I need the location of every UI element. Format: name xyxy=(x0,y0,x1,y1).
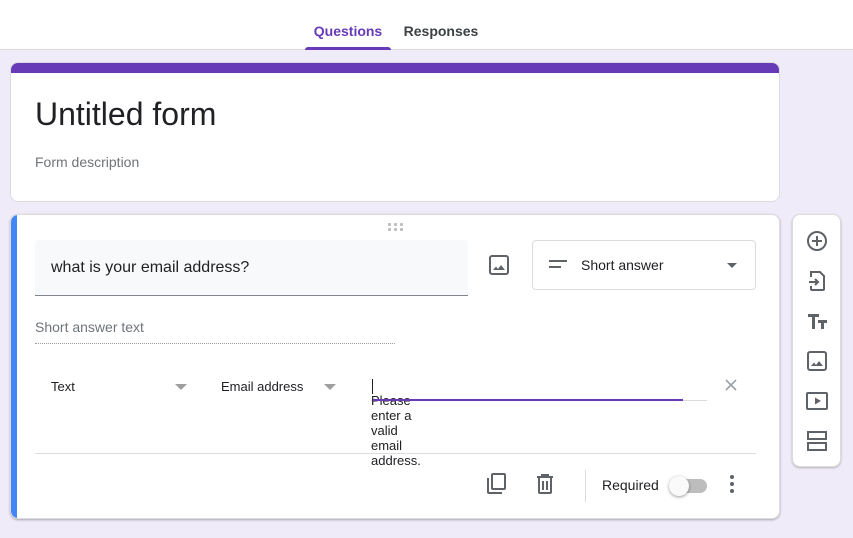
question-type-dropdown[interactable]: Short answer xyxy=(532,240,756,290)
validation-rule-label: Email address xyxy=(221,379,304,394)
short-answer-placeholder: Short answer text xyxy=(35,319,395,344)
import-icon[interactable] xyxy=(805,269,829,293)
image-icon[interactable] xyxy=(805,349,829,373)
custom-error-text: Please enter a valid email address. xyxy=(371,393,421,468)
footer-vertical-divider xyxy=(585,470,586,502)
image-icon[interactable] xyxy=(487,253,511,277)
header-accent-bar xyxy=(11,63,779,73)
tab-responses[interactable]: Responses xyxy=(400,0,482,50)
question-title-input[interactable]: what is your email address? xyxy=(35,240,468,296)
short-answer-icon xyxy=(549,260,567,268)
add-circle-icon[interactable] xyxy=(805,229,829,253)
form-description-input[interactable]: Form description xyxy=(35,154,139,170)
required-toggle[interactable] xyxy=(669,473,709,497)
toggle-thumb xyxy=(669,476,689,496)
question-card[interactable]: what is your email address? Short answer… xyxy=(10,214,780,519)
question-title-text: what is your email address? xyxy=(51,259,250,276)
more-vert-icon[interactable] xyxy=(720,472,744,496)
required-label: Required xyxy=(602,477,659,493)
input-focus-bar xyxy=(373,399,683,401)
active-tab-indicator xyxy=(305,47,391,50)
custom-error-text-input[interactable]: Please enter a valid email address. xyxy=(371,365,707,468)
title-icon[interactable] xyxy=(805,309,829,333)
section-icon[interactable] xyxy=(805,429,829,453)
active-question-indicator xyxy=(11,215,17,518)
chevron-down-icon xyxy=(175,384,187,390)
copy-icon[interactable] xyxy=(484,472,508,496)
response-validation-row: Text Email address Please enter a valid … xyxy=(35,365,765,468)
text-cursor xyxy=(372,379,373,394)
form-header-card[interactable]: Untitled form Form description xyxy=(10,62,780,202)
chevron-down-icon xyxy=(324,384,336,390)
validation-category-label: Text xyxy=(51,379,75,394)
close-icon[interactable] xyxy=(723,377,739,393)
validation-rule-select[interactable]: Email address xyxy=(205,365,345,405)
validation-category-select[interactable]: Text xyxy=(35,365,195,405)
side-toolbar xyxy=(792,214,841,467)
drag-handle-icon[interactable] xyxy=(388,223,404,233)
question-type-label: Short answer xyxy=(581,257,664,273)
chevron-down-icon xyxy=(727,263,737,268)
top-bar: Questions Responses xyxy=(0,0,853,50)
footer-divider xyxy=(35,453,756,454)
tab-questions[interactable]: Questions xyxy=(305,0,391,50)
trash-icon[interactable] xyxy=(533,472,557,496)
form-title[interactable]: Untitled form xyxy=(35,96,216,133)
video-icon[interactable] xyxy=(805,389,829,413)
